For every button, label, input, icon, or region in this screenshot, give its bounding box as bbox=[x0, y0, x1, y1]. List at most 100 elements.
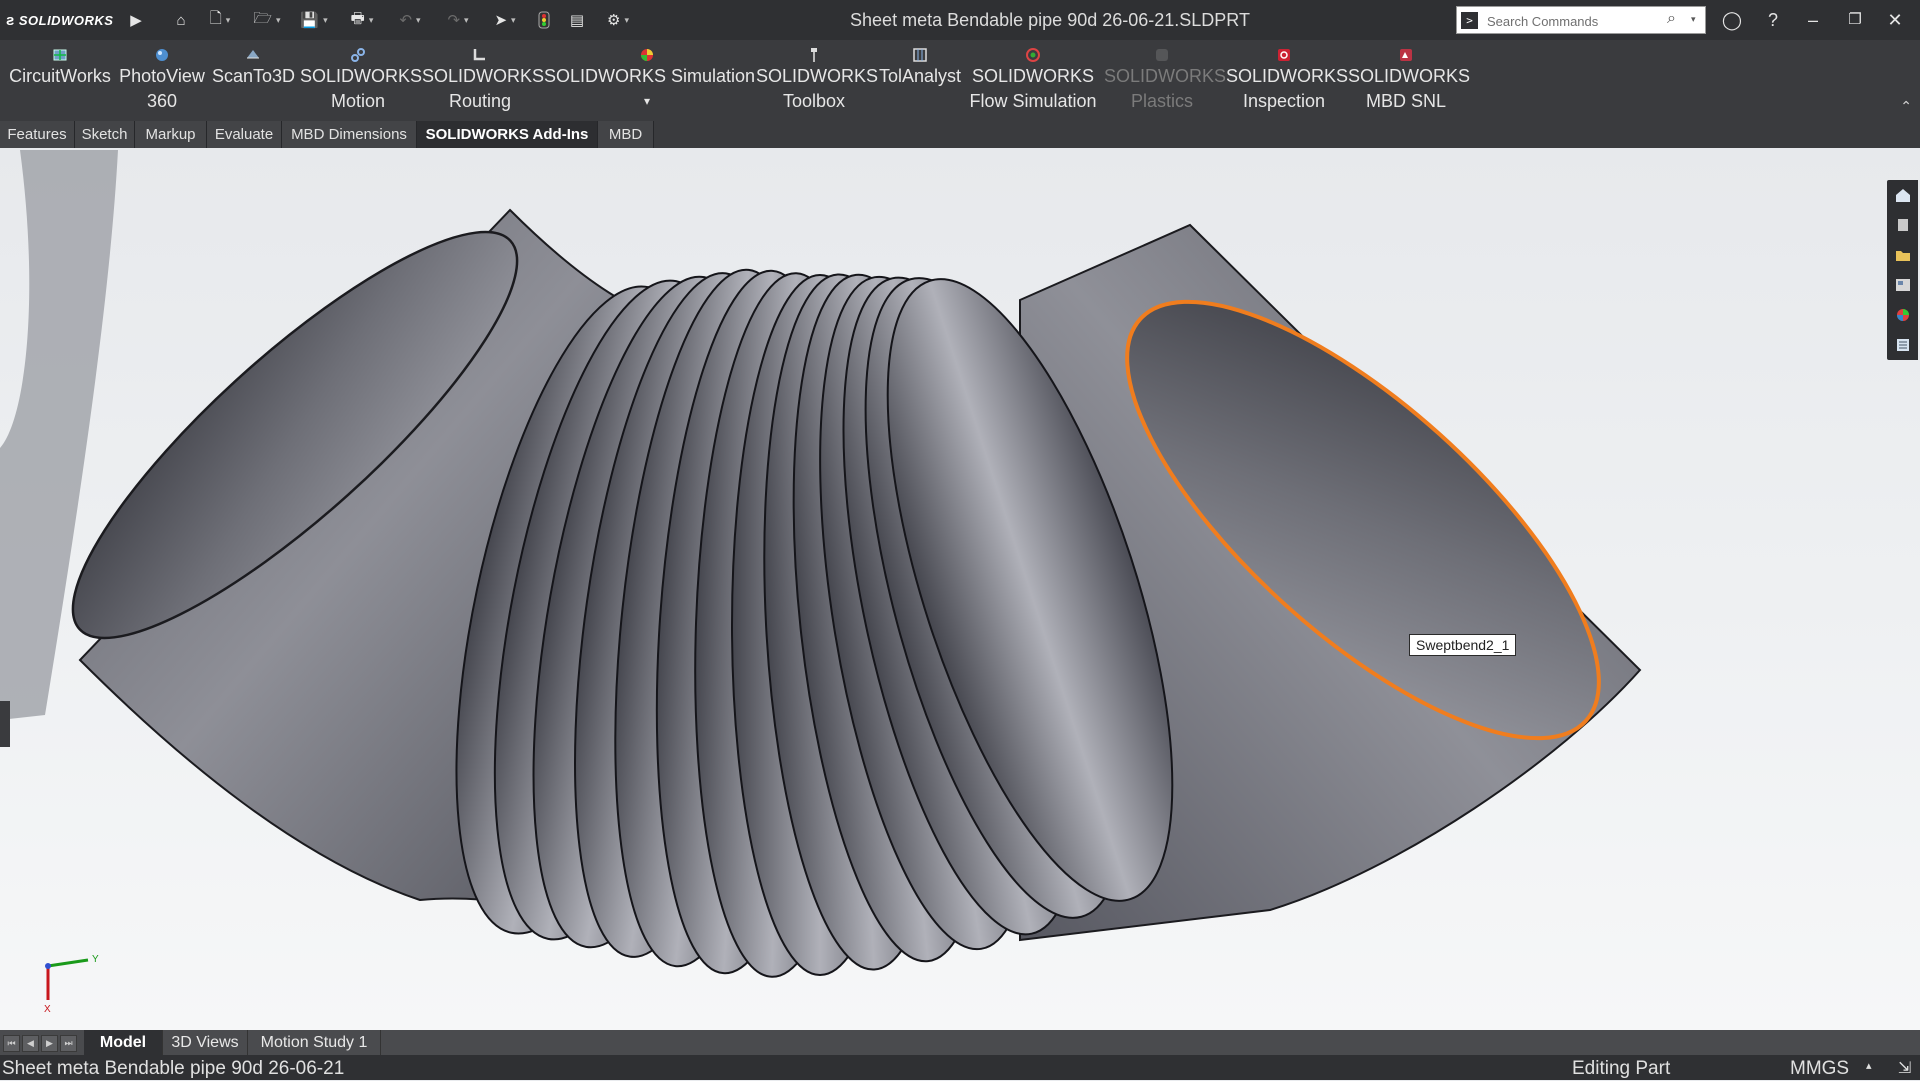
redo-button[interactable]: ↷ ▾ bbox=[440, 8, 476, 32]
custom-properties-tab[interactable] bbox=[1887, 330, 1918, 360]
print-button[interactable]: 🖶 ▾ bbox=[344, 8, 380, 32]
file-properties-icon: ▤ bbox=[569, 12, 585, 29]
select-arrow-icon: ➤ bbox=[494, 12, 508, 29]
unit-system-button[interactable]: MMGS bbox=[1790, 1056, 1849, 1081]
tab-markup[interactable]: Markup bbox=[135, 121, 207, 148]
solidworks-simulation-button[interactable]: SOLIDWORKS Simulation ▾ bbox=[544, 44, 755, 114]
selection-callout: Sweptbend2_1 bbox=[1409, 634, 1517, 656]
solidworks-logo[interactable]: ƨ SOLIDWORKS bbox=[6, 9, 113, 31]
plastics-icon bbox=[1156, 49, 1168, 61]
view-palette-tab[interactable] bbox=[1887, 270, 1918, 300]
search-input[interactable] bbox=[1485, 10, 1659, 32]
triad-y-label: Y bbox=[92, 954, 99, 965]
tab-motion-study-1[interactable]: Motion Study 1 bbox=[248, 1030, 381, 1055]
save-button[interactable]: 💾 ▾ bbox=[296, 8, 332, 32]
search-commands-box[interactable]: > ⌕ ▾ bbox=[1456, 6, 1706, 34]
tab-solidworks-add-ins[interactable]: SOLIDWORKS Add-Ins bbox=[417, 121, 598, 148]
tab-evaluate[interactable]: Evaluate bbox=[207, 121, 282, 148]
open-button[interactable]: 🗁 ▾ bbox=[249, 8, 285, 32]
hide-show-items-icon[interactable] bbox=[954, 148, 970, 149]
motion-icon bbox=[351, 48, 365, 62]
solidworks-inspection-button[interactable]: SOLIDWORKS Inspection bbox=[1226, 44, 1348, 114]
previous-tab-arrow-icon[interactable]: ◀ bbox=[22, 1035, 39, 1052]
new-document-button[interactable]: 🗋 ▾ bbox=[205, 8, 235, 32]
simulation-dropdown-chevron-icon[interactable]: ▾ bbox=[544, 89, 750, 114]
command-manager: CircuitWorks PhotoView 360 ScanTo3D SOLI… bbox=[0, 40, 1920, 121]
print-icon: 🖶 bbox=[350, 9, 365, 27]
collapse-ribbon-chevron-icon[interactable]: ⌃ bbox=[1900, 98, 1912, 115]
units-caret-icon[interactable]: ▴ bbox=[1866, 1054, 1872, 1079]
reference-triad: Y X bbox=[44, 954, 99, 1015]
file-explorer-tab[interactable] bbox=[1887, 240, 1918, 270]
tab-3d-views[interactable]: 3D Views bbox=[163, 1030, 248, 1055]
document-title: Sheet meta Bendable pipe 90d 26-06-21.SL… bbox=[850, 10, 1250, 30]
status-bar: Sheet meta Bendable pipe 90d 26-06-21 Ed… bbox=[0, 1055, 1920, 1080]
circuitworks-button[interactable]: CircuitWorks bbox=[8, 44, 112, 89]
view-settings-icon[interactable] bbox=[1026, 148, 1042, 149]
dynamic-annotation-icon[interactable] bbox=[882, 148, 898, 149]
undo-button[interactable]: ↶ ▾ bbox=[392, 8, 428, 32]
zoom-to-fit-icon[interactable] bbox=[786, 148, 802, 149]
new-document-icon: 🗋 bbox=[209, 9, 222, 27]
circuitworks-icon bbox=[53, 49, 67, 61]
help-icon[interactable]: ? bbox=[1758, 6, 1788, 34]
rebuild-button[interactable] bbox=[535, 8, 553, 32]
tolanalyst-button[interactable]: TolAnalyst bbox=[876, 44, 964, 89]
photoview-360-button[interactable]: PhotoView 360 bbox=[116, 44, 208, 114]
section-view-icon[interactable] bbox=[858, 148, 874, 149]
open-folder-icon: 🗁 bbox=[253, 9, 273, 27]
design-library-icon bbox=[1897, 219, 1908, 231]
solidworks-toolbox-button[interactable]: SOLIDWORKS Toolbox bbox=[756, 44, 878, 114]
previous-view-icon[interactable] bbox=[834, 148, 850, 149]
tab-mbd[interactable]: MBD bbox=[598, 121, 654, 148]
pipe-model-3d[interactable]: Y X bbox=[0, 148, 1920, 1030]
status-editing-mode: Editing Part bbox=[1572, 1058, 1671, 1079]
options-button[interactable]: ⚙ ▾ bbox=[600, 8, 636, 32]
graphics-area[interactable]: Y X ◫ ⧉ – ❐ ✕ Sweptbend2_1 bbox=[0, 148, 1920, 1030]
solidworks-routing-button[interactable]: SOLIDWORKS Routing bbox=[422, 44, 544, 114]
gear-icon: ⚙ bbox=[607, 12, 621, 29]
task-pane-tabs bbox=[1887, 180, 1918, 360]
scanto3d-button[interactable]: ScanTo3D bbox=[212, 44, 295, 89]
photoview-icon bbox=[156, 49, 168, 61]
tab-mbd-dimensions[interactable]: MBD Dimensions bbox=[282, 121, 417, 148]
heads-up-view-toolbar bbox=[786, 148, 1042, 152]
view-orientation-icon[interactable] bbox=[906, 148, 922, 149]
triad-x-label: X bbox=[44, 1004, 51, 1015]
tab-features[interactable]: Features bbox=[0, 121, 75, 148]
solidworks-mbd-snl-button[interactable]: SOLIDWORKS MBD SNL bbox=[1348, 44, 1470, 114]
search-options-chevron-icon[interactable]: ▾ bbox=[1691, 14, 1696, 25]
file-properties-button[interactable]: ▤ bbox=[567, 8, 587, 32]
view-palette-icon bbox=[1895, 279, 1910, 291]
expand-menu-arrow-icon[interactable]: ▶ bbox=[128, 8, 144, 32]
tolanalyst-icon bbox=[913, 48, 927, 62]
tab-sketch[interactable]: Sketch bbox=[75, 121, 135, 148]
next-tab-arrow-icon[interactable]: ▶ bbox=[41, 1035, 58, 1052]
solidworks-motion-button[interactable]: SOLIDWORKS Motion bbox=[300, 44, 422, 114]
minimize-button[interactable]: – bbox=[1798, 6, 1828, 34]
search-icon[interactable]: ⌕ bbox=[1667, 10, 1676, 28]
feature-manager-toggle[interactable] bbox=[0, 701, 10, 747]
quick-tips-icon[interactable]: ⇲ bbox=[1898, 1056, 1911, 1081]
scanto3d-icon bbox=[247, 50, 259, 59]
command-prompt-icon: > bbox=[1461, 12, 1478, 29]
mbd-snl-icon bbox=[1400, 49, 1412, 61]
apply-scene-icon[interactable] bbox=[1002, 148, 1018, 149]
home-icon[interactable]: ⌂ bbox=[170, 8, 192, 32]
display-style-icon[interactable] bbox=[930, 148, 946, 149]
select-button[interactable]: ➤ ▾ bbox=[487, 8, 523, 32]
close-button[interactable]: ✕ bbox=[1880, 6, 1910, 34]
zoom-to-area-icon[interactable] bbox=[810, 148, 826, 149]
edit-appearance-icon[interactable] bbox=[978, 148, 994, 149]
tab-model[interactable]: Model bbox=[84, 1030, 163, 1055]
solidworks-flow-simulation-button[interactable]: SOLIDWORKS Flow Simulation bbox=[966, 44, 1100, 114]
user-account-icon[interactable]: ◯ bbox=[1717, 6, 1747, 34]
inspection-icon bbox=[1278, 49, 1290, 61]
first-tab-arrow-icon[interactable]: ⏮ bbox=[3, 1035, 20, 1052]
design-library-tab[interactable] bbox=[1887, 210, 1918, 240]
solidworks-resources-tab[interactable] bbox=[1887, 180, 1918, 210]
restore-button[interactable]: ❐ bbox=[1840, 6, 1870, 34]
last-tab-arrow-icon[interactable]: ⏭ bbox=[60, 1035, 77, 1052]
traffic-light-icon bbox=[538, 11, 550, 29]
appearances-tab[interactable] bbox=[1887, 300, 1918, 330]
